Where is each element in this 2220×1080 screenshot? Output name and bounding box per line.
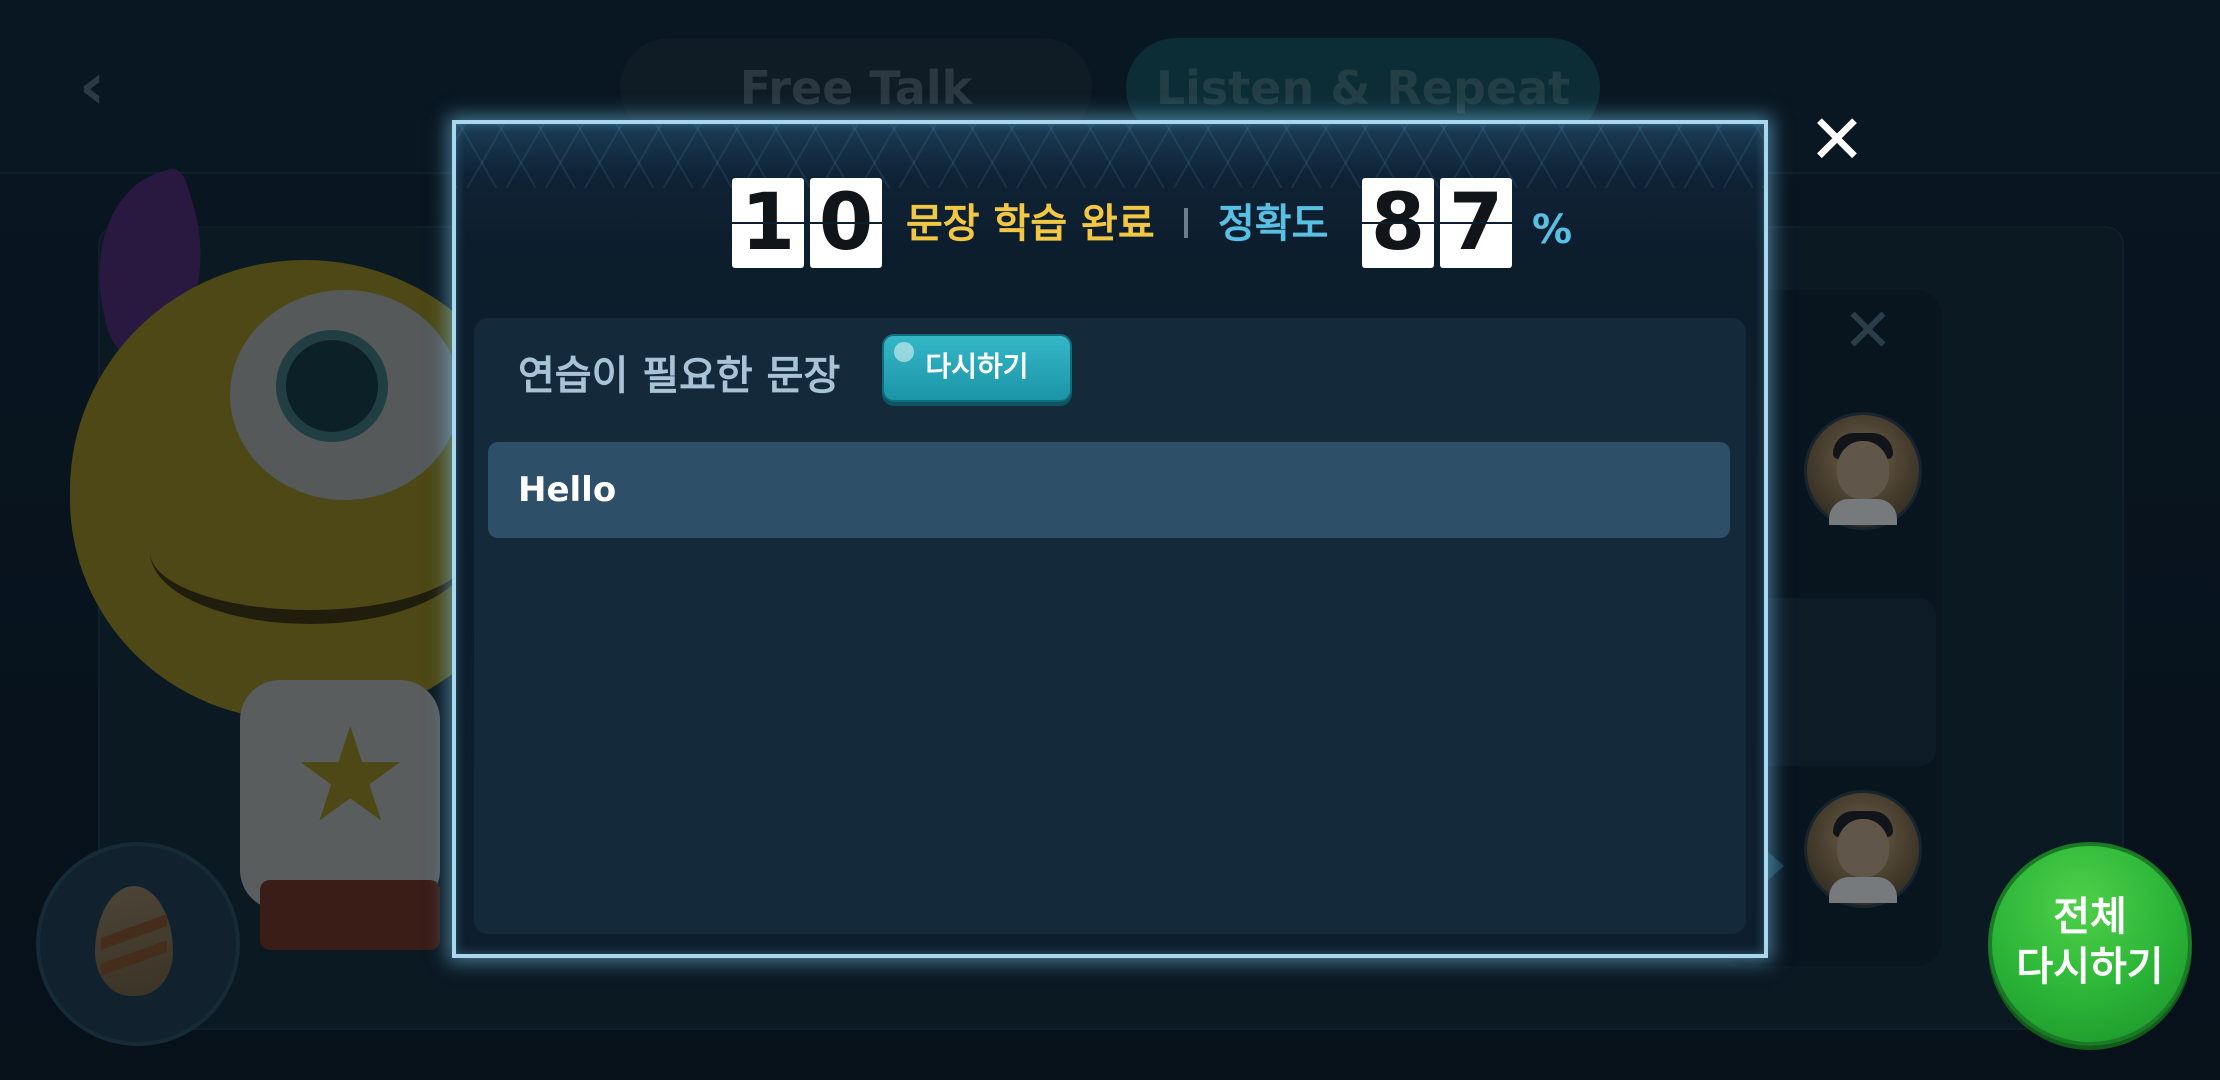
retry-all-label-line1: 전체 <box>2053 894 2127 940</box>
percent-sign: % <box>1532 207 1573 253</box>
divider <box>1184 208 1188 238</box>
sentence-text: Hello <box>518 470 617 510</box>
result-summary: 1 0 문장 학습 완료 정확도 8 7 % <box>456 178 1764 274</box>
completed-label: 문장 학습 완료 <box>906 201 1155 247</box>
button-shine-decoration <box>894 342 914 362</box>
close-icon[interactable]: ✕ <box>1806 107 1868 175</box>
completed-count-digit: 1 <box>732 178 804 268</box>
accuracy-digit: 8 <box>1362 178 1434 268</box>
list-item[interactable]: Hello <box>488 442 1730 538</box>
result-dialog: 1 0 문장 학습 완료 정확도 8 7 % 연습이 필요한 문장 다시하기 H… <box>452 120 1768 958</box>
practice-needed-title: 연습이 필요한 문장 <box>518 353 841 399</box>
completed-count-digit: 0 <box>810 178 882 268</box>
practice-needed-panel: 연습이 필요한 문장 다시하기 Hello <box>474 318 1746 934</box>
retry-button-label: 다시하기 <box>925 350 1029 383</box>
retry-all-label-line2: 다시하기 <box>2016 944 2164 990</box>
accuracy-label: 정확도 <box>1218 201 1329 247</box>
retry-button[interactable]: 다시하기 <box>882 334 1072 402</box>
accuracy-digit: 7 <box>1440 178 1512 268</box>
retry-all-button[interactable]: 전체 다시하기 <box>1988 842 2192 1046</box>
